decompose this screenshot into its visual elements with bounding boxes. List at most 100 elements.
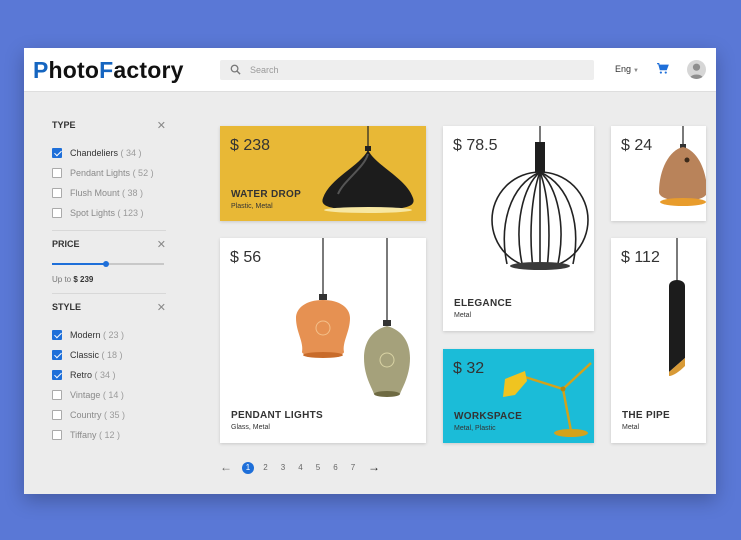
price-up-to-value: $ 239 <box>73 275 94 284</box>
page-4-button[interactable]: 4 <box>295 462 307 474</box>
price-slider[interactable] <box>52 257 166 271</box>
filter-option-name: Tiffany <box>70 430 97 440</box>
filter-option-vintage[interactable]: Vintage ( 14 ) <box>52 388 166 408</box>
filter-option-count: ( 18 ) <box>101 350 123 360</box>
filter-option-count: ( 34 ) <box>94 370 116 380</box>
price-slider-fill <box>52 263 106 265</box>
language-select[interactable]: Eng ▼ <box>615 64 639 74</box>
product-price: $ 24 <box>621 137 653 154</box>
price-up-to: Up to $ 239 <box>52 275 166 289</box>
cart-icon[interactable] <box>656 62 669 75</box>
filter-option-count: ( 34 ) <box>120 148 142 158</box>
page-3-button[interactable]: 3 <box>277 462 289 474</box>
filter-option-label: Classic ( 18 ) <box>70 350 123 360</box>
checkbox[interactable] <box>52 390 62 400</box>
filter-option-label: Flush Mount ( 38 ) <box>70 188 143 198</box>
divider <box>52 230 166 231</box>
product-material: Metal <box>622 424 640 431</box>
filter-option-count: ( 52 ) <box>132 168 154 178</box>
page-5-button[interactable]: 5 <box>312 462 324 474</box>
filter-option-name: Classic <box>70 350 100 360</box>
page-7-button[interactable]: 7 <box>347 462 359 474</box>
search-input[interactable] <box>250 62 580 78</box>
close-icon[interactable]: ✕ <box>157 238 166 251</box>
avatar-person-icon <box>689 63 704 79</box>
arrow-right-icon[interactable]: → <box>368 460 380 474</box>
user-avatar-icon[interactable] <box>687 60 706 79</box>
checkbox[interactable] <box>52 410 62 420</box>
logo-text-1: hoto <box>48 57 100 83</box>
checkbox[interactable] <box>52 148 62 158</box>
filter-option-label: Vintage ( 14 ) <box>70 390 124 400</box>
logo[interactable]: PhotoFactory <box>33 57 184 84</box>
page-1-button[interactable]: 1 <box>242 462 254 474</box>
search-icon <box>230 64 241 75</box>
filter-option-label: Spot Lights ( 123 ) <box>70 208 144 218</box>
product-card-water-drop[interactable]: $ 238 WATER DROP Plastic, Metal <box>220 126 426 221</box>
search-bar[interactable] <box>220 60 594 80</box>
filter-option-name: Pendant Lights <box>70 168 131 178</box>
close-icon[interactable]: ✕ <box>157 301 166 314</box>
filter-option-name: Retro <box>70 370 93 380</box>
product-material: Plastic, Metal <box>231 203 273 210</box>
filter-option-flush-mount[interactable]: Flush Mount ( 38 ) <box>52 186 166 206</box>
product-card-pendant-lights[interactable]: $ 56 PENDANT LIGHTS Glass, Metal <box>220 238 426 443</box>
product-price: $ 112 <box>621 249 660 266</box>
filter-option-label: Tiffany ( 12 ) <box>70 430 120 440</box>
filter-option-name: Spot Lights <box>70 208 116 218</box>
filter-option-label: Retro ( 34 ) <box>70 370 116 380</box>
checkbox[interactable] <box>52 370 62 380</box>
filter-option-tiffany[interactable]: Tiffany ( 12 ) <box>52 428 166 448</box>
filter-option-label: Modern ( 23 ) <box>70 330 124 340</box>
product-material: Metal <box>454 312 472 319</box>
divider <box>52 293 166 294</box>
product-price: $ 238 <box>230 137 271 154</box>
filter-option-label: Pendant Lights ( 52 ) <box>70 168 154 178</box>
product-name: WATER DROP <box>231 189 302 200</box>
checkbox[interactable] <box>52 350 62 360</box>
filter-option-pendant-lights[interactable]: Pendant Lights ( 52 ) <box>52 166 166 186</box>
price-slider-handle[interactable] <box>102 261 109 267</box>
filter-option-count: ( 14 ) <box>102 390 124 400</box>
page-6-button[interactable]: 6 <box>330 462 342 474</box>
product-material: Glass, Metal <box>231 424 270 431</box>
filter-option-classic[interactable]: Classic ( 18 ) <box>52 348 166 368</box>
filter-option-name: Country <box>70 410 102 420</box>
product-card-wooden-lamp[interactable]: $ 24 <box>611 126 706 221</box>
top-bar: PhotoFactory Eng▼ <box>24 48 716 92</box>
filter-style-header: STYLE ✕ <box>52 302 166 318</box>
checkbox[interactable] <box>52 188 62 198</box>
checkbox[interactable] <box>52 168 62 178</box>
product-name: PENDANT LIGHTS <box>231 410 323 421</box>
filter-option-name: Vintage <box>70 390 101 400</box>
checkbox[interactable] <box>52 330 62 340</box>
close-icon[interactable]: ✕ <box>157 119 166 132</box>
filter-option-chandeliers[interactable]: Chandeliers ( 34 ) <box>52 146 166 166</box>
product-card-the-pipe[interactable]: $ 112 THE PIPE Metal <box>611 238 706 443</box>
filter-option-label: Country ( 35 ) <box>70 410 125 420</box>
product-price: $ 78.5 <box>453 137 498 154</box>
filter-type-header: TYPE ✕ <box>52 120 166 136</box>
page-2-button[interactable]: 2 <box>260 462 272 474</box>
product-material: Metal, Plastic <box>454 425 496 432</box>
checkbox[interactable] <box>52 430 62 440</box>
product-name: ELEGANCE <box>454 298 512 309</box>
logo-text-2: actory <box>113 57 184 83</box>
arrow-left-icon[interactable]: ← <box>220 460 232 474</box>
logo-letter-f: F <box>99 57 114 83</box>
product-card-elegance[interactable]: $ 78.5 ELEGANCE Metal <box>443 126 594 331</box>
price-up-to-label: Up to <box>52 275 72 284</box>
filter-option-count: ( 35 ) <box>104 410 126 420</box>
filter-option-spot-lights[interactable]: Spot Lights ( 123 ) <box>52 206 166 226</box>
logo-letter-p: P <box>33 57 49 83</box>
product-card-workspace[interactable]: $ 32 WORKSPACE Metal, Plastic <box>443 349 594 443</box>
filter-option-retro[interactable]: Retro ( 34 ) <box>52 368 166 388</box>
filter-style-options: Modern ( 23 ) Classic ( 18 ) Retro ( 34 ) V… <box>52 328 166 448</box>
language-value: Eng <box>615 64 632 74</box>
filter-price-title: PRICE <box>52 239 80 249</box>
filter-option-country[interactable]: Country ( 35 ) <box>52 408 166 428</box>
filter-option-modern[interactable]: Modern ( 23 ) <box>52 328 166 348</box>
checkbox[interactable] <box>52 208 62 218</box>
filter-option-label: Chandeliers ( 34 ) <box>70 148 142 158</box>
product-name: WORKSPACE <box>454 411 523 422</box>
